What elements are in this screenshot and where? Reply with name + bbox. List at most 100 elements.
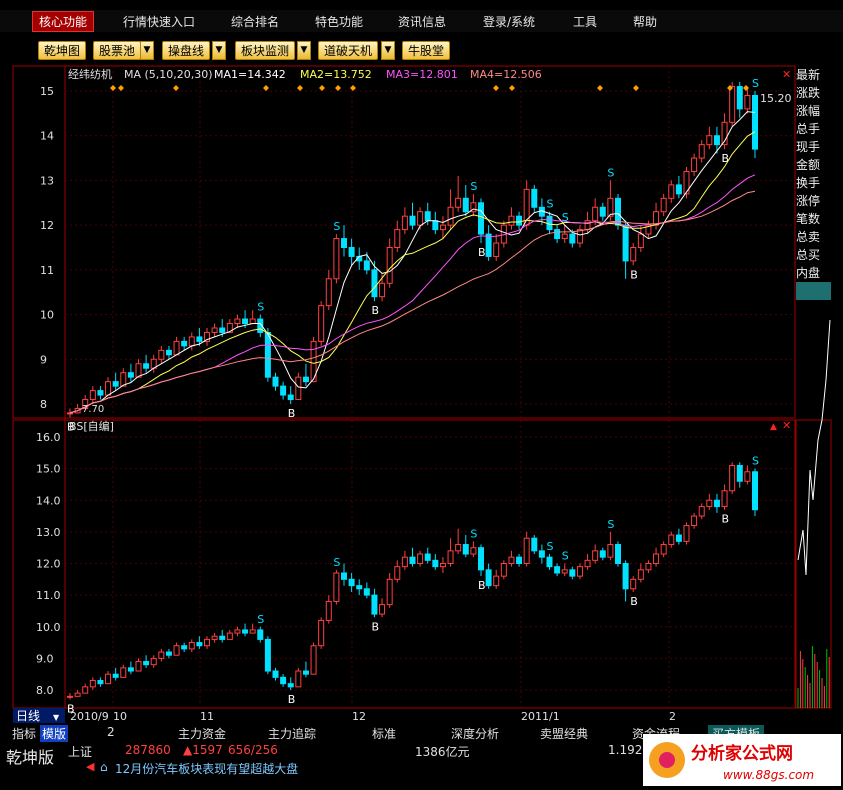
ma1-label: MA1=14.342: [214, 68, 286, 81]
sidebar-total-buy[interactable]: 总买: [795, 246, 835, 264]
sell-marker: S: [562, 211, 569, 224]
y-tick-label: 9.0: [36, 652, 54, 665]
buy-marker: B: [722, 152, 730, 165]
sidebar-turnover[interactable]: 换手: [795, 174, 835, 192]
buy-marker: B: [371, 620, 379, 633]
candle-body: [721, 490, 728, 508]
tab-indicator[interactable]: 指标: [12, 725, 36, 742]
maximize-sub-panel-icon[interactable]: ▲: [770, 422, 777, 432]
candle-body: [196, 642, 203, 647]
tab-classic[interactable]: 卖盟经典: [540, 725, 588, 742]
candle-body: [318, 305, 325, 342]
candle-body: [713, 499, 720, 508]
candle-body: [234, 629, 241, 634]
watermark: 分析家公式网 www.88gs.com: [643, 734, 841, 786]
candle-body: [379, 282, 386, 298]
candle-body: [508, 556, 515, 564]
index-name[interactable]: 上证: [68, 743, 92, 760]
prev-icon[interactable]: ◀: [86, 760, 94, 773]
candle-body: [333, 238, 340, 280]
tab-main-funds[interactable]: 主力资金: [178, 725, 226, 742]
sidebar-total-sell[interactable]: 总卖: [795, 228, 835, 246]
stock-name: 经纬纺机: [68, 67, 112, 81]
candle-body: [462, 197, 469, 213]
news-headline[interactable]: 12月份汽车板块表现有望超越大盘: [115, 760, 298, 777]
close-panel-icon[interactable]: ✕: [782, 68, 791, 81]
tab-2[interactable]: 2: [107, 725, 115, 739]
candle-body: [280, 385, 287, 396]
x-tick-label: 2011/1: [521, 710, 560, 723]
candle-body: [561, 569, 568, 574]
chart-canvas[interactable]: 15141312111098 16.015.014.013.012.011.01…: [0, 0, 843, 790]
candle-body: [188, 336, 195, 347]
candle-body: [127, 667, 134, 672]
candle-body: [546, 215, 553, 231]
turnover-amount: 1386亿元: [415, 745, 470, 759]
watermark-url: www.88gs.com: [723, 768, 814, 782]
sub-chart-grid: 16.0 15.0 14.0 13.0 12.0 11.0 10.0 9.0 8.0: [36, 431, 795, 697]
y-tick-label: 14.0: [36, 494, 61, 507]
candle-body: [363, 588, 370, 596]
mini-intraday-chart: [795, 319, 832, 709]
candle-body: [295, 670, 302, 688]
candle-body: [363, 260, 370, 271]
candle-body: [257, 629, 264, 640]
candle-body: [576, 229, 583, 244]
sidebar-change-pct[interactable]: 涨幅: [795, 102, 835, 120]
candle-body: [272, 376, 279, 387]
candle-body: [67, 412, 73, 415]
tab-template[interactable]: 模版: [40, 725, 69, 742]
tab-standard[interactable]: 标准: [372, 725, 396, 742]
sidebar-change[interactable]: 涨跌: [795, 84, 835, 102]
tab-main-tracking[interactable]: 主力追踪: [268, 725, 316, 742]
candle-body: [242, 318, 249, 325]
sidebar-trade-count[interactable]: 笔数: [795, 210, 835, 228]
candle-body: [112, 381, 119, 387]
sidebar-amount[interactable]: 金额: [795, 156, 835, 174]
diamond-marker: [263, 85, 269, 91]
y-tick-label: 15.0: [36, 463, 61, 476]
candle-body: [234, 318, 241, 325]
buy-marker: B: [722, 513, 730, 526]
y-tick-label: 10: [40, 309, 54, 322]
candle-body: [713, 135, 720, 146]
watermark-graphic: 分析家公式网 www.88gs.com: [643, 734, 841, 786]
ma-header: MA (5,10,20,30): [124, 68, 213, 81]
diamond-marker: [297, 85, 303, 91]
period-label: 日线: [16, 709, 40, 723]
candle-body: [478, 547, 484, 571]
home-icon[interactable]: ⌂: [100, 760, 108, 774]
sidebar-limit-up[interactable]: 涨停: [795, 192, 835, 210]
candle-body: [341, 572, 347, 580]
sidebar-current-volume[interactable]: 现手: [795, 138, 835, 156]
candle-body: [531, 537, 538, 552]
candle-body: [89, 390, 96, 401]
candle-body: [569, 569, 576, 577]
candle-body: [302, 670, 309, 675]
diamond-marker: [319, 85, 325, 91]
candle-body: [181, 340, 188, 347]
y-tick-label: 8: [40, 398, 47, 411]
candle-body: [508, 215, 515, 226]
candle-body: [158, 651, 165, 659]
sidebar-total-volume[interactable]: 总手: [795, 120, 835, 138]
y-tick-label: 10.0: [36, 621, 61, 634]
close-sub-panel-icon[interactable]: ✕: [782, 419, 791, 432]
candle-body: [439, 224, 446, 231]
candle-body: [82, 686, 89, 694]
period-dropdown-icon[interactable]: ▼: [53, 713, 60, 722]
candle-body: [455, 197, 462, 208]
sidebar-latest[interactable]: 最新: [795, 66, 835, 84]
candle-body: [706, 499, 713, 508]
candle-body: [668, 534, 675, 546]
candle-body: [645, 563, 652, 571]
candle-body: [112, 673, 119, 678]
sell-marker: S: [333, 556, 340, 569]
candle-body: [409, 215, 416, 226]
candle-body: [89, 680, 96, 688]
candle-body: [219, 327, 226, 333]
y-tick-label: 14: [40, 130, 54, 143]
y-tick-label: 13.0: [36, 526, 61, 539]
sidebar-inner-volume[interactable]: 内盘: [795, 264, 835, 282]
tab-deep-analysis[interactable]: 深度分析: [451, 725, 499, 742]
